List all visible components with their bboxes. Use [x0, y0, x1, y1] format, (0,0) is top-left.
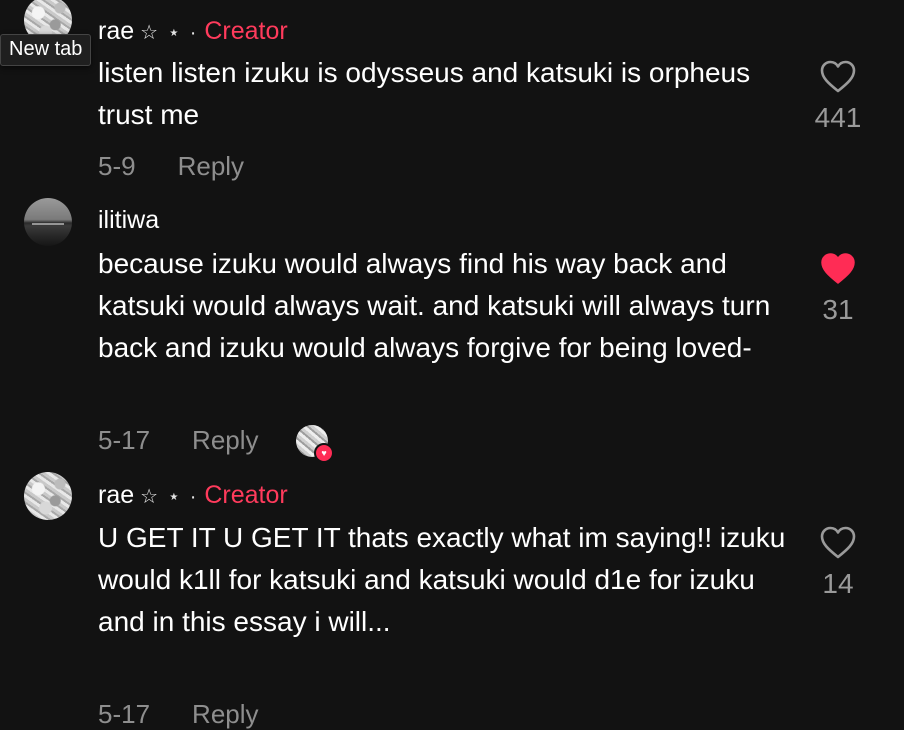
reply-button[interactable]: Reply [192, 699, 258, 729]
comment-header: ilitiwa [98, 205, 159, 235]
heart-badge-icon: ♥ [314, 443, 334, 463]
new-tab-tooltip: New tab [0, 34, 92, 66]
heart-outline-icon [820, 526, 856, 559]
comment-date: 5-9 [98, 151, 136, 181]
comment-text: listen listen izuku is odysseus and kats… [98, 57, 751, 130]
avatar[interactable] [24, 472, 72, 520]
username[interactable]: ilitiwa [98, 206, 159, 234]
comment-date: 5-17 [98, 699, 151, 729]
comment-meta: 5-9 Reply [98, 151, 244, 181]
reply-button[interactable]: Reply [178, 151, 244, 181]
like-button[interactable]: 441 [798, 60, 878, 134]
avatar[interactable] [24, 198, 72, 246]
username[interactable]: rae [98, 17, 134, 45]
creator-badge: Creator [204, 481, 288, 509]
like-count: 31 [822, 294, 854, 325]
comment-meta: 5-17 Reply [98, 699, 259, 729]
like-button[interactable]: 14 [798, 526, 878, 600]
reply-button[interactable]: Reply [192, 425, 258, 455]
heart-filled-icon [821, 253, 855, 284]
comment-header: rae ☆ ⋆ · Creator [98, 480, 288, 512]
comment-meta: 5-17 Reply [98, 425, 259, 455]
comment-text: U GET IT U GET IT thats exactly what im … [98, 522, 786, 637]
creator-badge: Creator [204, 17, 288, 45]
like-count: 14 [822, 568, 854, 599]
like-button[interactable]: 31 [798, 252, 878, 326]
like-count: 441 [814, 102, 862, 133]
comment-date: 5-17 [98, 425, 151, 455]
creator-liked-indicator: ♥ [296, 425, 334, 463]
username-decoration: ☆ ⋆ · [140, 486, 199, 508]
username-decoration: ☆ ⋆ · [140, 22, 199, 44]
comment-text: because izuku would always find his way … [98, 248, 771, 363]
heart-outline-icon [820, 60, 856, 93]
comment-header: rae ☆ ⋆ · Creator [98, 16, 288, 48]
username[interactable]: rae [98, 481, 134, 509]
